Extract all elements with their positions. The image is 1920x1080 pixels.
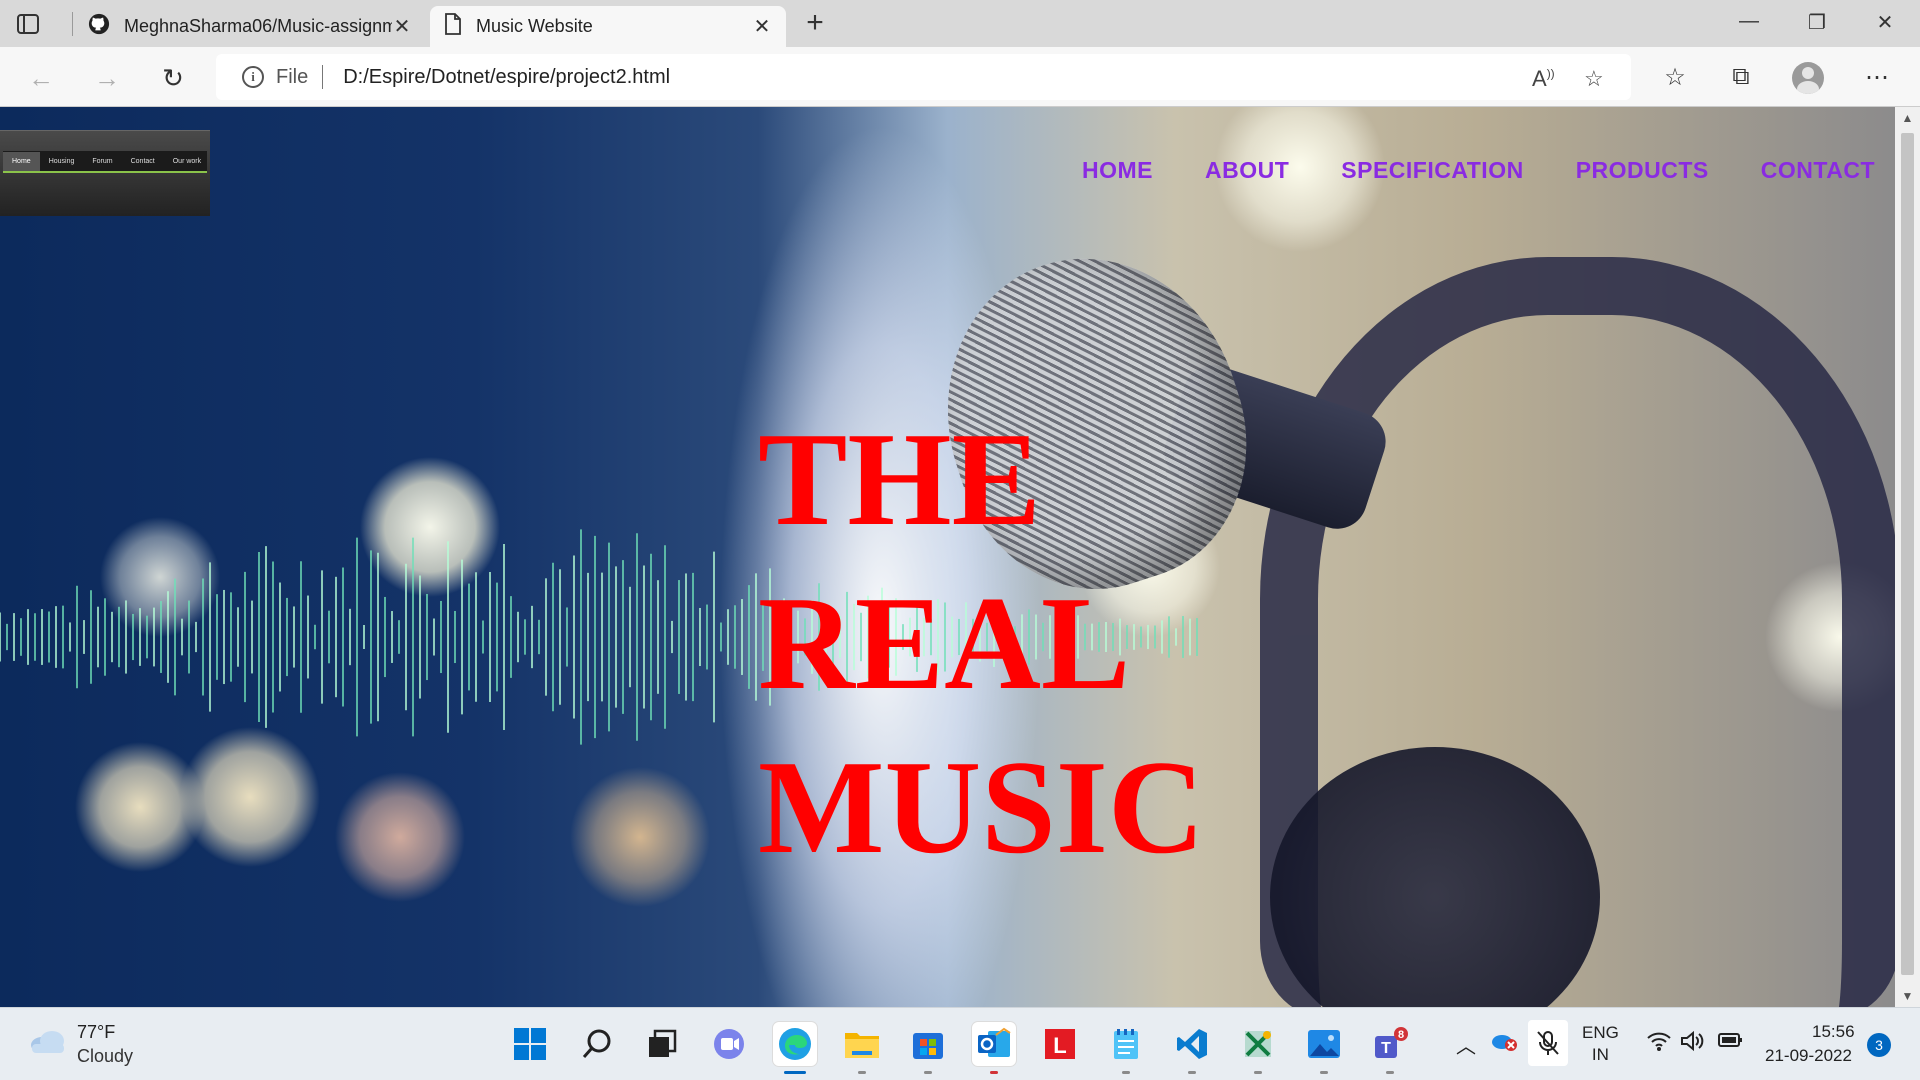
windows-start-icon[interactable] bbox=[508, 1022, 552, 1066]
onedrive-icon[interactable] bbox=[1490, 1030, 1518, 1058]
notification-badge[interactable]: 3 bbox=[1867, 1033, 1891, 1057]
chevron-up-icon[interactable]: ︿ bbox=[1456, 1030, 1476, 1059]
teams-badge-count: 8 bbox=[1398, 1029, 1404, 1041]
logo-nav-item: Housing bbox=[48, 157, 75, 165]
app-running-indicator bbox=[1188, 1071, 1196, 1074]
page-scrollbar[interactable]: ▲ ▼ bbox=[1895, 107, 1920, 1007]
back-icon[interactable]: ← bbox=[24, 61, 58, 95]
tab-strip: MeghnaSharma06/Music-assignment ✕ Music … bbox=[0, 0, 1920, 47]
collections-icon[interactable]: ⧉ bbox=[1726, 63, 1756, 91]
clock-time[interactable]: 15:56 bbox=[1812, 1022, 1855, 1042]
lexicon-l-icon[interactable]: L bbox=[1038, 1022, 1082, 1066]
hero-line: MUSIC bbox=[758, 733, 1205, 881]
scrollbar-thumb[interactable] bbox=[1901, 133, 1914, 975]
microsoft-store-icon[interactable] bbox=[906, 1022, 950, 1066]
close-tab-icon[interactable]: ✕ bbox=[392, 14, 412, 39]
add-favorite-icon[interactable]: ☆ bbox=[1584, 66, 1604, 92]
weather-condition[interactable]: Cloudy bbox=[77, 1046, 133, 1067]
tab-actions-icon[interactable] bbox=[14, 10, 42, 38]
taskbar: 77°F Cloudy L T8 ︿ ENG IN 15:56 21-09-20… bbox=[0, 1007, 1920, 1080]
favorites-icon[interactable]: ☆ bbox=[1660, 63, 1690, 92]
teams-chat-icon[interactable] bbox=[707, 1022, 751, 1066]
more-menu-icon[interactable]: ⋯ bbox=[1862, 63, 1892, 92]
teams-icon[interactable]: T8 bbox=[1368, 1022, 1412, 1066]
url-text[interactable]: D:/Espire/Dotnet/espire/project2.html bbox=[343, 66, 670, 89]
language-code: ENG bbox=[1582, 1023, 1619, 1042]
scroll-down-icon[interactable]: ▼ bbox=[1895, 989, 1920, 1003]
profile-avatar[interactable] bbox=[1792, 62, 1824, 94]
read-aloud-icon[interactable]: A)) bbox=[1532, 66, 1555, 92]
logo-nav-item: Our work bbox=[172, 157, 202, 165]
logo-nav-item: Forum bbox=[92, 157, 113, 165]
task-view-icon[interactable] bbox=[640, 1022, 684, 1066]
nav-contact-link[interactable]: CONTACT bbox=[1761, 157, 1875, 184]
svg-text:L: L bbox=[1053, 1033, 1066, 1058]
hero-line: THE bbox=[758, 405, 1041, 553]
mic-muted-icon[interactable] bbox=[1528, 1020, 1568, 1066]
browser-toolbar: ← → ↻ i File D:/Espire/Dotnet/espire/pro… bbox=[0, 47, 1920, 107]
forward-icon[interactable]: → bbox=[90, 61, 124, 95]
site-navigation: HOME ABOUT SPECIFICATION PRODUCTS CONTAC… bbox=[1030, 157, 1875, 184]
region-code: IN bbox=[1591, 1045, 1609, 1064]
edge-running-indicator bbox=[784, 1071, 806, 1074]
new-tab-button[interactable]: + bbox=[800, 8, 830, 38]
close-window-icon[interactable]: ✕ bbox=[1870, 10, 1900, 38]
app-running-indicator bbox=[1386, 1071, 1394, 1074]
nav-home-link[interactable]: HOME bbox=[1082, 157, 1153, 184]
page-viewport: Home Housing Forum Contact Our work HOME… bbox=[0, 107, 1895, 1007]
weather-temperature[interactable]: 77°F bbox=[77, 1022, 115, 1043]
app-running-indicator bbox=[858, 1071, 866, 1074]
search-icon[interactable] bbox=[575, 1022, 619, 1066]
logo-nav-strip: Home Housing Forum Contact Our work bbox=[3, 151, 207, 173]
edge-icon[interactable] bbox=[773, 1022, 817, 1066]
file-explorer-icon[interactable] bbox=[840, 1022, 884, 1066]
tab-title: Music Website bbox=[476, 16, 593, 36]
address-bar[interactable]: i File D:/Espire/Dotnet/espire/project2.… bbox=[216, 54, 1631, 100]
scheme-label: File bbox=[276, 65, 309, 88]
scroll-up-icon[interactable]: ▲ bbox=[1895, 111, 1920, 125]
restore-icon[interactable]: ❐ bbox=[1802, 10, 1832, 38]
app-running-indicator bbox=[1122, 1071, 1130, 1074]
app-running-indicator bbox=[1320, 1071, 1328, 1074]
hero-line: REAL bbox=[758, 569, 1131, 717]
tab-github[interactable]: MeghnaSharma06/Music-assignment ✕ bbox=[74, 6, 426, 47]
nav-products-link[interactable]: PRODUCTS bbox=[1576, 157, 1709, 184]
info-icon[interactable]: i bbox=[242, 66, 264, 88]
address-separator bbox=[322, 65, 324, 89]
tab-separator bbox=[72, 12, 73, 36]
notepad-icon[interactable] bbox=[1104, 1022, 1148, 1066]
language-indicator[interactable]: ENG IN bbox=[1582, 1022, 1619, 1066]
page-icon bbox=[444, 13, 462, 40]
tab-title: MeghnaSharma06/Music-assignment bbox=[124, 16, 392, 36]
logo-nav-item: Home bbox=[3, 151, 40, 171]
app-running-indicator bbox=[990, 1071, 998, 1074]
logo-image[interactable]: Home Housing Forum Contact Our work bbox=[0, 130, 210, 216]
wifi-icon[interactable] bbox=[1646, 1030, 1672, 1058]
refresh-icon[interactable]: ↻ bbox=[156, 61, 190, 95]
battery-icon[interactable] bbox=[1716, 1030, 1744, 1056]
minimize-icon[interactable]: — bbox=[1734, 10, 1764, 38]
nav-about-link[interactable]: ABOUT bbox=[1205, 157, 1289, 184]
app-running-indicator bbox=[1254, 1071, 1262, 1074]
clock-date[interactable]: 21-09-2022 bbox=[1765, 1046, 1852, 1066]
svg-text:T: T bbox=[1381, 1040, 1391, 1057]
photos-icon[interactable] bbox=[1302, 1022, 1346, 1066]
github-icon bbox=[88, 13, 110, 40]
vscode-icon[interactable] bbox=[1170, 1022, 1214, 1066]
nav-specification-link[interactable]: SPECIFICATION bbox=[1341, 157, 1523, 184]
cloud-icon[interactable] bbox=[28, 1030, 68, 1054]
outlook-icon[interactable] bbox=[972, 1022, 1016, 1066]
logo-nav-item: Contact bbox=[130, 157, 155, 165]
close-tab-icon[interactable]: ✕ bbox=[752, 14, 772, 39]
volume-icon[interactable] bbox=[1680, 1030, 1706, 1058]
excel-xbox-icon[interactable] bbox=[1236, 1022, 1280, 1066]
app-running-indicator bbox=[924, 1071, 932, 1074]
tab-music-website[interactable]: Music Website ✕ bbox=[430, 6, 786, 47]
hero-title: THE REAL MUSIC bbox=[758, 397, 1318, 889]
